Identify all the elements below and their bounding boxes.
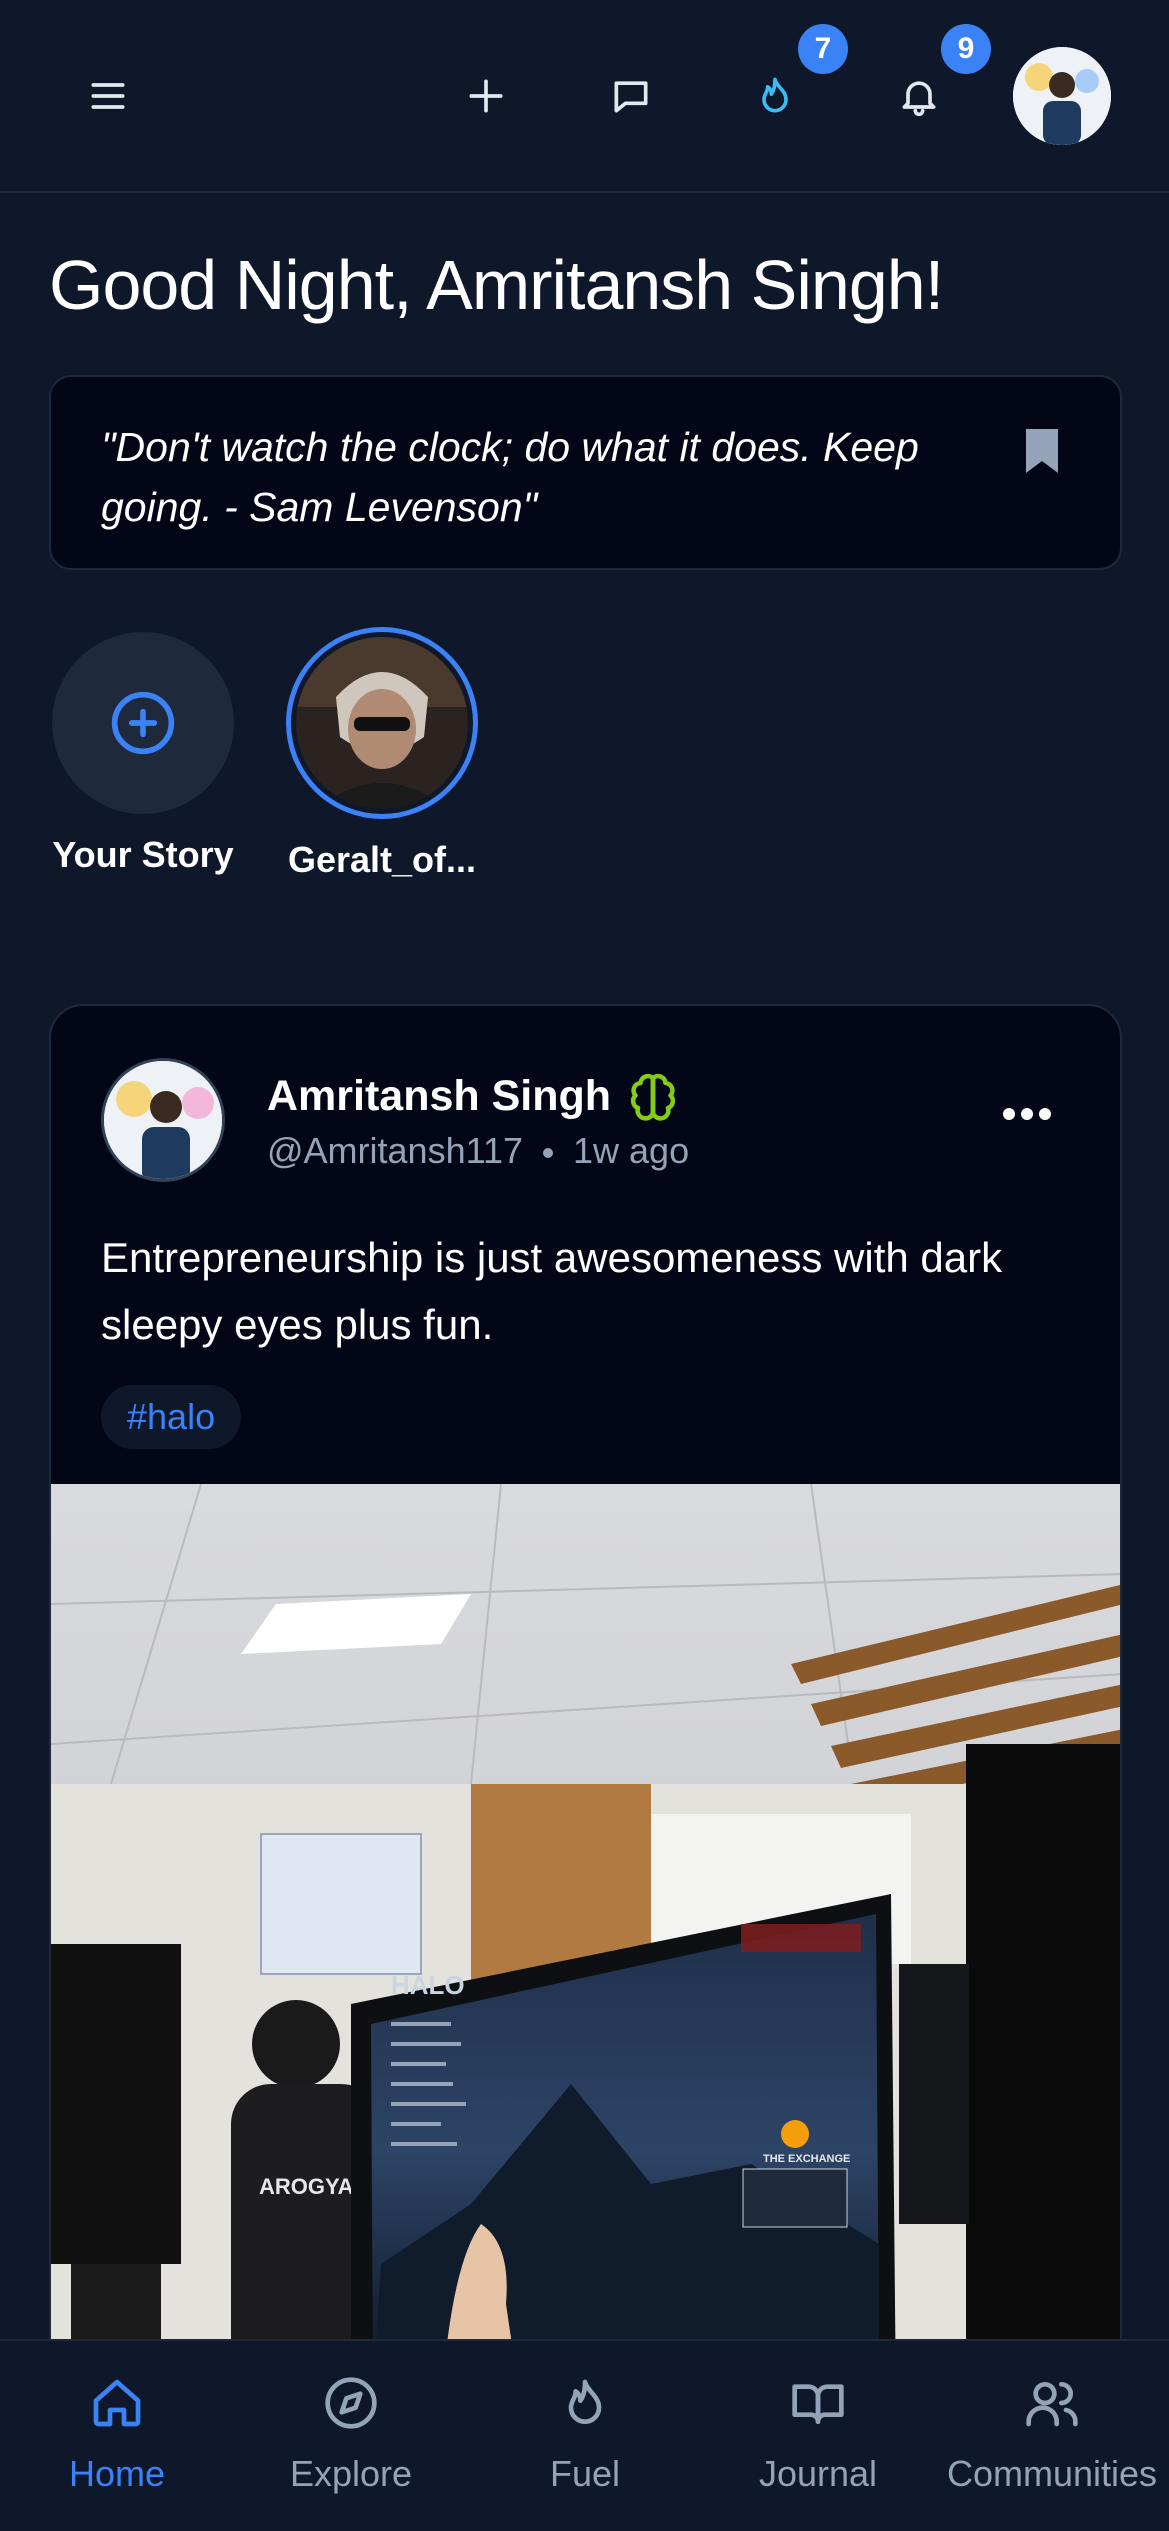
story-your-story[interactable]: Your Story (52, 632, 234, 876)
image-exchange-text: THE EXCHANGE (763, 2153, 850, 2165)
story-label: Your Story (52, 834, 234, 875)
add-story-circle[interactable] (52, 632, 234, 814)
story-avatar-ring[interactable] (286, 627, 478, 819)
home-icon (93, 2379, 141, 2427)
flame-icon (762, 77, 788, 113)
post-image[interactable]: AROGYA SHIELD HALO THE EXCHANGE (51, 1484, 1122, 2404)
quote-card: "Don't watch the clock; do what it does.… (49, 375, 1122, 570)
message-square-icon (614, 81, 648, 113)
compass-icon (325, 2377, 377, 2429)
image-halo-text: HALO (391, 1970, 465, 2000)
quote-text: "Don't watch the clock; do what it does.… (101, 424, 919, 530)
menu-button[interactable] (60, 48, 156, 144)
fuel-badge: 7 (798, 24, 848, 74)
meta-separator-dot (543, 1148, 553, 1159)
book-icon (792, 2384, 844, 2424)
bottom-nav: Home Explore Fuel Journal Communities (0, 2339, 1169, 2531)
story-avatar-photo (296, 637, 468, 809)
bell-icon (902, 81, 936, 117)
nav-label: Fuel (549, 2453, 621, 2494)
post-time: 1w ago (573, 1130, 690, 1171)
nav-explore[interactable]: Explore (234, 2375, 468, 2495)
create-post-button[interactable] (438, 48, 534, 144)
post-handle[interactable]: @Amritansh117 (267, 1130, 523, 1171)
brain-icon (630, 1073, 676, 1121)
plus-icon (469, 79, 503, 113)
post-meta: @Amritansh117 1w ago (267, 1130, 689, 1172)
nav-label: Communities (946, 2453, 1158, 2494)
post-card: Amritansh Singh @Amritansh117 1w ago Entr… (49, 1004, 1122, 2404)
messages-button[interactable] (583, 48, 679, 144)
post-body-text: Entrepreneurship is just awesomeness wit… (101, 1234, 1003, 1348)
story-geralt[interactable]: Geralt_of... (286, 627, 478, 881)
nav-label: Home (68, 2453, 166, 2494)
more-options-icon[interactable] (1001, 1106, 1053, 1122)
avatar-photo (1013, 47, 1111, 145)
nav-label: Journal (758, 2453, 878, 2494)
users-icon (1026, 2382, 1078, 2427)
nav-communities[interactable]: Communities (935, 2375, 1169, 2495)
notifications-badge: 9 (941, 24, 991, 74)
nav-label: Explore (289, 2453, 413, 2494)
nav-journal[interactable]: Journal (701, 2375, 935, 2495)
story-label: Geralt_of... (287, 839, 477, 880)
author-photo (104, 1061, 222, 1179)
greeting-title: Good Night, Amritansh Singh! (49, 246, 944, 324)
top-bar: 7 9 (0, 0, 1169, 193)
hamburger-icon (91, 83, 125, 109)
post-author-name[interactable]: Amritansh Singh (267, 1072, 611, 1121)
profile-avatar[interactable] (1013, 47, 1111, 145)
post-author-avatar[interactable] (101, 1058, 225, 1182)
hashtag-chip[interactable]: #halo (101, 1385, 242, 1449)
flame-icon (568, 2379, 602, 2424)
plus-circle-icon (111, 691, 175, 755)
nav-home[interactable]: Home (0, 2375, 234, 2495)
bookmark-icon[interactable] (1026, 429, 1058, 473)
nav-fuel[interactable]: Fuel (468, 2375, 702, 2495)
